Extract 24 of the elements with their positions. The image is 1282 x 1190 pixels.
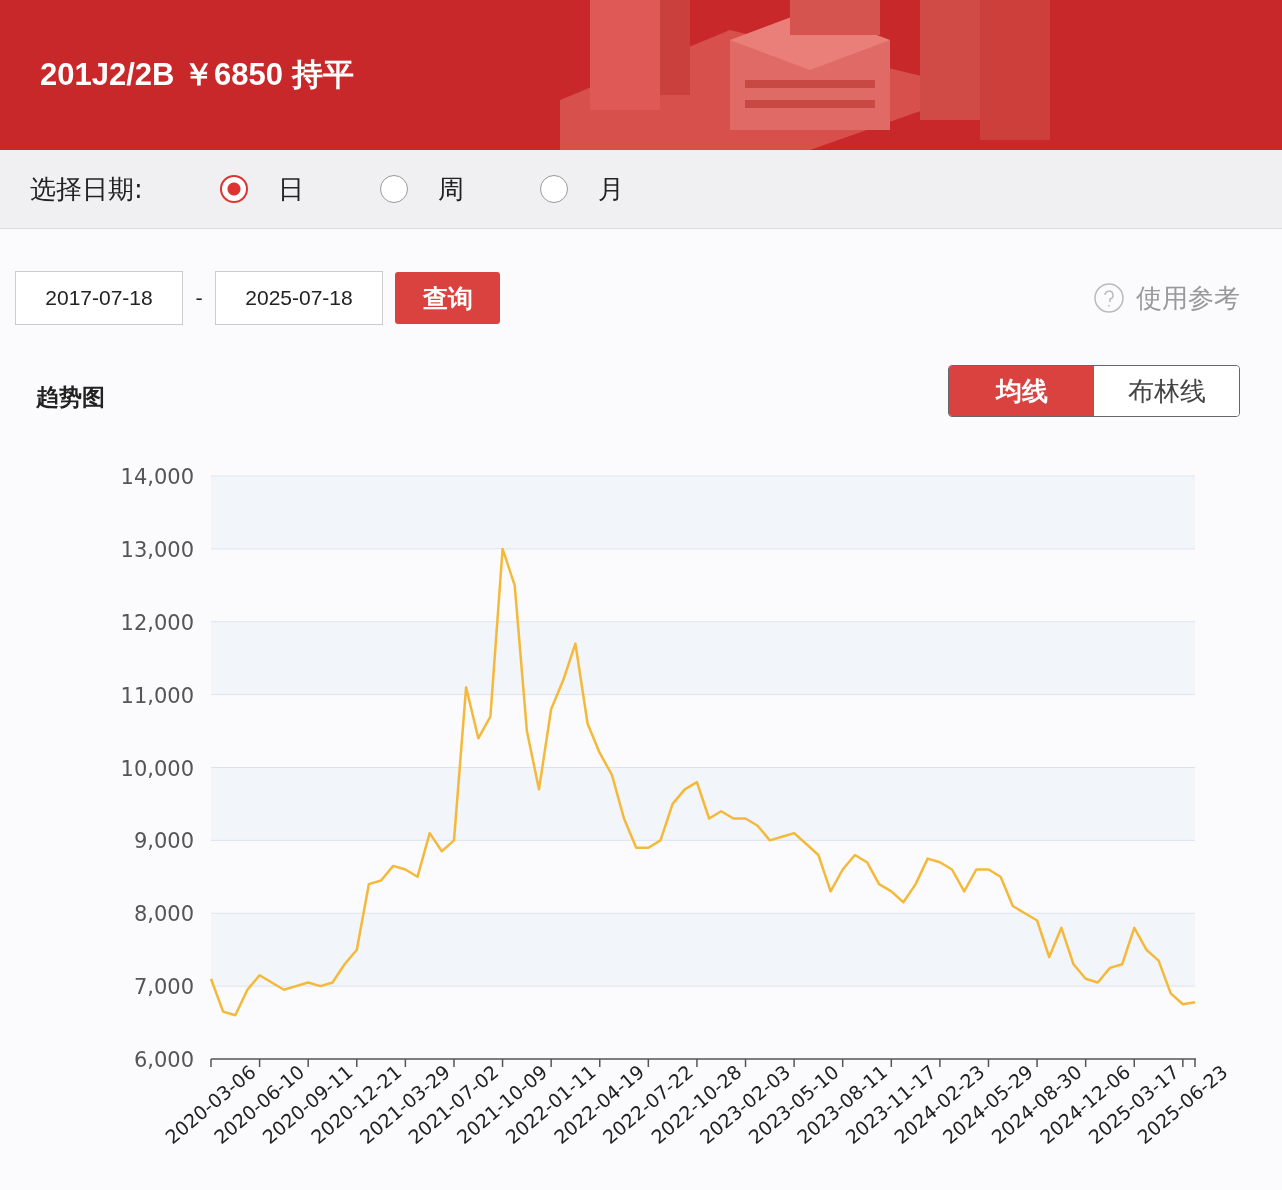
range-separator: - [194,286,204,310]
y-axis-label: 8,000 [133,902,194,927]
y-axis-label: 10,000 [120,756,194,781]
y-axis-label: 12,000 [120,610,194,635]
help-icon[interactable] [1094,283,1124,313]
mode-tab[interactable]: 布林线 [1094,366,1239,416]
mode-tab[interactable]: 均线 [949,366,1094,416]
radio-button[interactable] [540,175,568,203]
y-axis-label: 7,000 [133,975,194,1000]
y-axis-label: 13,000 [120,537,194,562]
radio-label[interactable]: 日 [278,171,304,207]
page-title: 201J2/2B ￥6850 持平 [40,56,354,94]
y-axis-label: 9,000 [133,829,194,854]
radio-button[interactable] [220,175,248,203]
y-axis-label: 11,000 [120,683,194,708]
radio-label[interactable]: 月 [598,171,624,207]
chart-title: 趋势图 [36,382,105,412]
start-date-field[interactable]: 2017-07-18 [15,271,183,325]
y-axis-label: 14,000 [120,465,194,489]
query-button[interactable]: 查询 [395,272,500,324]
filter-label: 选择日期: [30,172,144,206]
radio-button[interactable] [380,175,408,203]
radio-label[interactable]: 周 [438,171,464,207]
end-date-field[interactable]: 2025-07-18 [215,271,383,325]
